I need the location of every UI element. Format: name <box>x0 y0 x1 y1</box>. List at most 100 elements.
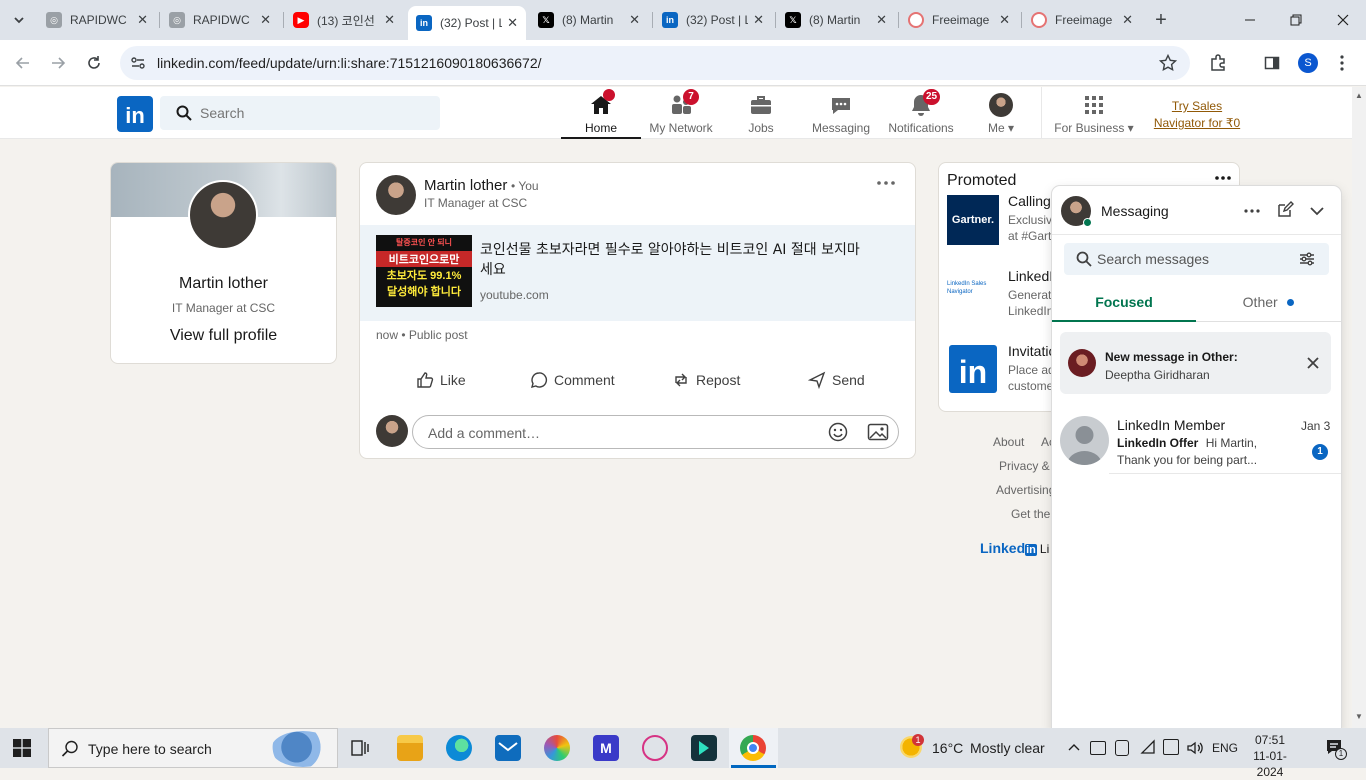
collapse-messaging-button[interactable] <box>1308 202 1328 220</box>
tab-search-button[interactable] <box>8 9 30 31</box>
nav-notifications[interactable]: 25 Notifications <box>881 89 961 139</box>
bookmark-star-icon[interactable] <box>1159 54 1177 72</box>
comment-input[interactable]: Add a comment… <box>412 415 899 449</box>
footer-link-advertising[interactable]: Advertising <box>996 483 1055 497</box>
close-tab-icon[interactable]: ✕ <box>260 12 271 28</box>
emoji-icon[interactable] <box>828 422 848 442</box>
site-info-icon[interactable] <box>130 55 146 71</box>
link-preview[interactable]: 탈중코인 안 되니 비트코인으로만 초보자도 99.1% 달성해야 합니다 코인… <box>360 225 915 321</box>
filter-icon[interactable] <box>1299 251 1315 267</box>
footer-link-get-app[interactable]: Get the <box>1011 507 1050 521</box>
minimize-button[interactable] <box>1240 10 1260 30</box>
meet-now-icon[interactable] <box>1115 740 1129 756</box>
message-search-input[interactable]: Search messages <box>1097 251 1209 267</box>
repost-button[interactable]: Repost <box>672 368 740 392</box>
snipping-tool-icon[interactable] <box>642 735 668 761</box>
comment-button[interactable]: Comment <box>530 368 615 392</box>
page-scrollbar[interactable]: ▲ ▼ <box>1352 87 1366 728</box>
profile-button[interactable]: S <box>1298 53 1318 73</box>
view-full-profile-link[interactable]: View full profile <box>111 327 336 345</box>
browser-tab[interactable]: ◎ RAPIDWC ✕ <box>161 7 279 33</box>
side-panel-button[interactable] <box>1261 52 1283 74</box>
close-tab-icon[interactable]: ✕ <box>384 12 395 28</box>
post-more-options-button[interactable] <box>874 173 898 193</box>
language-indicator[interactable]: ENG <box>1212 741 1238 755</box>
volume-icon[interactable] <box>1186 739 1204 757</box>
nav-messaging[interactable]: Messaging <box>801 91 881 139</box>
close-tab-icon[interactable]: ✕ <box>876 12 887 28</box>
footer-link-privacy[interactable]: Privacy & <box>999 459 1050 473</box>
browser-tab[interactable]: Freeimage ✕ <box>1023 7 1141 33</box>
promoted-options-button[interactable] <box>1211 169 1235 187</box>
action-center-button[interactable]: 1 <box>1325 738 1347 760</box>
clock[interactable]: 07:51 11-01-2024 <box>1246 732 1294 780</box>
nav-for-business[interactable]: For Business ▾ <box>1052 91 1136 139</box>
extensions-button[interactable] <box>1207 52 1229 74</box>
image-icon[interactable] <box>867 422 889 442</box>
chrome-icon[interactable] <box>740 735 766 761</box>
close-window-button[interactable] <box>1333 10 1353 30</box>
task-view-button[interactable] <box>350 738 370 758</box>
browser-tab[interactable]: ◎ RAPIDWC ✕ <box>38 7 156 33</box>
battery-icon[interactable] <box>1090 741 1106 755</box>
new-tab-button[interactable]: + <box>1150 9 1172 31</box>
browser-tab[interactable]: in (32) Post | L ✕ <box>654 7 772 33</box>
link-title[interactable]: 코인선물 초보자라면 필수로 알아야하는 비트코인 AI 절대 보지마세요 <box>480 240 870 280</box>
notice-sender-name: Deeptha Giridharan <box>1105 368 1210 382</box>
taskbar-search[interactable]: Type here to search <box>48 728 338 768</box>
close-tab-icon[interactable]: ✕ <box>999 12 1010 28</box>
close-tab-icon[interactable]: ✕ <box>1122 12 1133 28</box>
message-search[interactable]: Search messages <box>1064 243 1329 275</box>
footer-link-about[interactable]: About <box>993 435 1024 449</box>
send-button[interactable]: Send <box>808 368 865 392</box>
close-tab-icon[interactable]: ✕ <box>137 12 148 28</box>
nav-home[interactable]: Home <box>561 89 641 139</box>
back-button[interactable] <box>12 52 34 74</box>
browser-tab[interactable]: Freeimage ✕ <box>900 7 1018 33</box>
try-sales-navigator-link[interactable]: Try Sales Navigator for ₹0 <box>1150 98 1244 132</box>
close-tab-icon[interactable]: ✕ <box>507 15 518 31</box>
tab-other[interactable]: Other <box>1196 286 1341 322</box>
reload-button[interactable] <box>83 52 105 74</box>
close-tab-icon[interactable]: ✕ <box>629 12 640 28</box>
messaging-options-button[interactable] <box>1241 202 1263 220</box>
network-wifi-icon[interactable] <box>1140 739 1156 755</box>
browser-tab[interactable]: ▶ (13) 코인선 ✕ <box>285 7 403 33</box>
conversation-item[interactable]: LinkedIn Member Jan 3 LinkedIn Offer Hi … <box>1052 408 1341 472</box>
address-bar[interactable]: linkedin.com/feed/update/urn:li:share:71… <box>120 46 1190 80</box>
nav-my-network[interactable]: 7 My Network <box>641 89 721 139</box>
dismiss-notice-button[interactable] <box>1305 355 1321 371</box>
post-author-name[interactable]: Martin lother <box>424 177 507 194</box>
messaging-title[interactable]: Messaging <box>1101 203 1169 219</box>
start-button[interactable] <box>13 739 33 759</box>
profile-avatar[interactable] <box>188 180 258 250</box>
show-hidden-icons-button[interactable] <box>1067 741 1081 755</box>
close-tab-icon[interactable]: ✕ <box>753 12 764 28</box>
notification-app-icon[interactable] <box>1163 739 1179 755</box>
compose-message-button[interactable] <box>1276 201 1296 221</box>
profile-name[interactable]: Martin lother <box>111 275 336 293</box>
search-input[interactable] <box>200 96 430 130</box>
file-explorer-icon[interactable] <box>397 735 423 761</box>
like-button[interactable]: Like <box>416 368 466 392</box>
paint-icon[interactable] <box>544 735 570 761</box>
app-icon[interactable]: M <box>593 735 619 761</box>
browser-tab[interactable]: 𝕏 (8) Martin ✕ <box>777 7 895 33</box>
global-search[interactable] <box>160 96 440 130</box>
weather-widget[interactable]: 1 16°C Mostly clear <box>900 734 1050 762</box>
browser-tab[interactable]: 𝕏 (8) Martin ✕ <box>530 7 648 33</box>
mail-icon[interactable] <box>495 735 521 761</box>
restore-button[interactable] <box>1286 10 1306 30</box>
edge-icon[interactable] <box>446 735 472 761</box>
nav-jobs[interactable]: Jobs <box>721 91 801 139</box>
send-icon <box>808 371 826 389</box>
app-icon[interactable] <box>691 735 717 761</box>
linkedin-logo[interactable]: in <box>117 96 153 132</box>
new-message-notice[interactable]: New message in Other: Deeptha Giridharan <box>1060 332 1331 394</box>
browser-menu-button[interactable] <box>1331 52 1353 74</box>
tab-focused[interactable]: Focused <box>1052 286 1196 322</box>
forward-button[interactable] <box>47 52 69 74</box>
nav-me[interactable]: Me ▾ <box>961 91 1041 139</box>
browser-tab-active[interactable]: in (32) Post | L ✕ <box>408 6 526 40</box>
post-author-avatar[interactable] <box>376 175 416 215</box>
